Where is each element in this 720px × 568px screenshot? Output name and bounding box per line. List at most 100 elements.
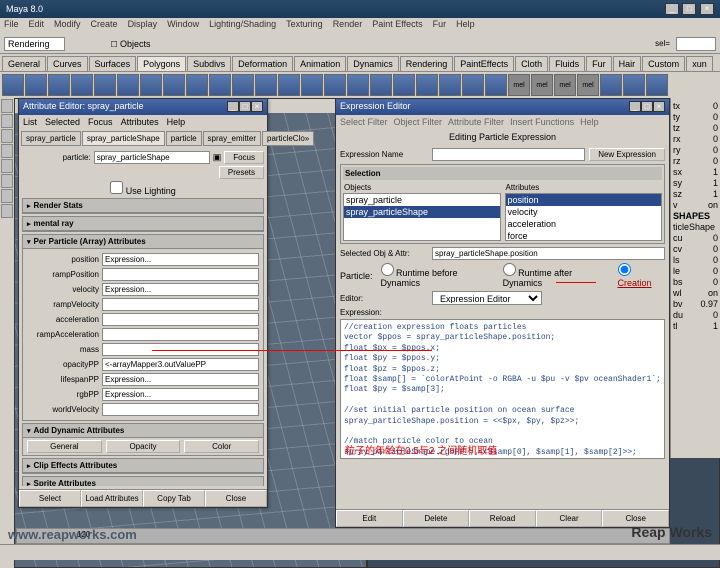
shelf-tab[interactable]: PaintEffects [454,56,514,71]
mel-icon[interactable]: mel [531,74,553,96]
menu-item[interactable]: Texturing [286,19,323,33]
shelf-icon[interactable] [140,74,162,96]
shelf-icon[interactable] [600,74,622,96]
shelf-icon[interactable] [163,74,185,96]
attr-tab[interactable]: spray_emitter [203,131,261,146]
runtime-after-radio[interactable] [503,263,516,276]
shelf-icon[interactable] [232,74,254,96]
shelf-tab[interactable]: Dynamics [347,56,399,71]
shelf-icon[interactable] [324,74,346,96]
menu-item[interactable]: Modify [54,19,81,33]
maximize-icon[interactable]: □ [239,101,251,112]
shelf-icon[interactable] [186,74,208,96]
mel-icon[interactable]: mel [554,74,576,96]
particle-name-field[interactable] [94,151,210,164]
shelf-icon[interactable] [439,74,461,96]
shelf-icon[interactable] [25,74,47,96]
close-icon[interactable]: × [653,101,665,112]
attr-tab[interactable]: particle [166,131,202,146]
shelf-icon[interactable] [117,74,139,96]
attr-field[interactable] [102,403,259,416]
menu-item[interactable]: Window [167,19,199,33]
maximize-icon[interactable]: □ [682,3,696,15]
menu-item[interactable]: File [4,19,19,33]
shelf-tab[interactable]: Custom [642,56,685,71]
shelf-tab[interactable]: Fur [586,56,612,71]
close-icon[interactable]: × [251,101,263,112]
new-expression-button[interactable]: New Expression [589,148,665,161]
expr-name-input[interactable] [432,148,585,161]
menu-item[interactable]: Fur [433,19,447,33]
opacity-button[interactable]: Opacity [106,440,181,453]
shelf-tab[interactable]: Cloth [515,56,548,71]
focus-button[interactable]: Focus [224,151,264,164]
shelf-icon[interactable] [48,74,70,96]
shelf-icon[interactable] [485,74,507,96]
expression-code[interactable]: //creation expression floats particles v… [340,319,665,459]
shelf-tab[interactable]: General [2,56,46,71]
mel-icon[interactable]: mel [577,74,599,96]
shelf-icon[interactable] [623,74,645,96]
shelf-icon[interactable] [71,74,93,96]
section-add-dynamic[interactable]: Add Dynamic Attributes [23,424,263,438]
attributes-list[interactable]: position velocity acceleration force inp… [505,193,663,241]
attr-field[interactable] [102,388,259,401]
close-icon[interactable]: × [700,3,714,15]
minimize-icon[interactable]: _ [227,101,239,112]
shelf-tab[interactable]: Polygons [137,56,186,71]
shelf-tab[interactable]: Animation [294,56,346,71]
shelf-tab[interactable]: Rendering [400,56,454,71]
attr-field[interactable] [102,253,259,266]
attr-field[interactable] [102,328,259,341]
shelf-icon[interactable] [393,74,415,96]
section-render-stats[interactable]: Render Stats [23,199,263,213]
menu-item[interactable]: Edit [29,19,45,33]
maximize-icon[interactable]: □ [641,101,653,112]
tool-icon[interactable] [1,129,13,143]
attr-field[interactable] [102,268,259,281]
tool-icon[interactable] [1,159,13,173]
tool-icon[interactable] [1,189,13,203]
minimize-icon[interactable]: _ [629,101,641,112]
menu-item[interactable]: Render [333,19,363,33]
menu-item[interactable]: Paint Effects [372,19,422,33]
attr-field[interactable] [102,358,259,371]
reload-button[interactable]: Reload [469,510,536,527]
section-per-particle[interactable]: Per Particle (Array) Attributes [23,235,263,249]
shelf-tab[interactable]: xun [686,56,713,71]
section-sprite[interactable]: Sprite Attributes [23,477,263,486]
channel-box[interactable]: tx0ty0tz0rx0ry0rz0sx1sy1sz1vonSHAPESticl… [670,98,720,458]
section-mental-ray[interactable]: mental ray [23,217,263,231]
shelf-icon[interactable] [462,74,484,96]
shelf-icon[interactable] [255,74,277,96]
sel-input[interactable] [676,37,716,51]
attr-tab[interactable]: particleClo» [262,131,314,146]
copy-tab-button[interactable]: Copy Tab [143,490,205,507]
tool-icon[interactable] [1,99,13,113]
tool-icon[interactable] [1,114,13,128]
shelf-icon[interactable] [646,74,668,96]
menu-item[interactable]: Create [91,19,118,33]
shelf-tab[interactable]: Fluids [549,56,585,71]
attr-tab[interactable]: spray_particle [21,131,81,146]
menu-item[interactable]: Display [128,19,158,33]
shelf-icon[interactable] [2,74,24,96]
color-button[interactable]: Color [184,440,259,453]
tool-icon[interactable] [1,174,13,188]
general-button[interactable]: General [27,440,102,453]
select-button[interactable]: Select [19,490,81,507]
close-button[interactable]: Close [205,490,267,507]
delete-button[interactable]: Delete [403,510,470,527]
shelf-icon[interactable] [301,74,323,96]
menu-item[interactable]: Help [456,19,475,33]
attr-field[interactable] [102,313,259,326]
shelf-icon[interactable] [278,74,300,96]
editor-dropdown[interactable]: Expression Editor [432,291,542,305]
runtime-before-radio[interactable] [381,263,394,276]
shelf-icon[interactable] [347,74,369,96]
shelf-tab[interactable]: Surfaces [89,56,137,71]
shelf-icon[interactable] [370,74,392,96]
mode-dropdown[interactable]: Rendering [4,37,65,51]
goto-icon[interactable]: ▣ [213,152,222,163]
shelf-tab[interactable]: Hair [613,56,642,71]
